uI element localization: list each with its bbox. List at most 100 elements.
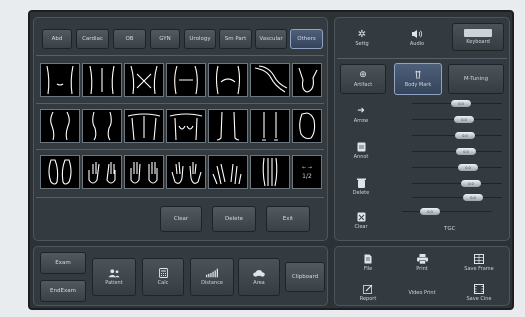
tgc-slider[interactable]: 0.0: [412, 100, 502, 107]
settings-label: Settg: [355, 41, 369, 47]
m-tuning-label: M-Tuning: [463, 76, 489, 82]
tgc-slider[interactable]: 0.0: [412, 180, 502, 187]
body-mark-hands-pair-2[interactable]: [124, 155, 164, 189]
tgc-slider[interactable]: 0.0: [412, 164, 502, 171]
body-mark-torso-back[interactable]: [82, 63, 122, 97]
tab-gyn[interactable]: GYN: [150, 29, 180, 49]
calc-button[interactable]: Calc: [142, 258, 184, 296]
file-label: File: [363, 266, 373, 272]
distance-icon: [206, 268, 218, 278]
body-mark-feet[interactable]: [40, 155, 80, 189]
tgc-knob[interactable]: 0.0: [451, 100, 471, 107]
patient-button[interactable]: Patient: [92, 258, 136, 296]
page-indicator[interactable]: ← → 1/2: [292, 155, 322, 189]
video-print-button[interactable]: Video Print: [398, 284, 446, 302]
body-mark-arm[interactable]: [250, 63, 290, 97]
clear-label: Clear: [354, 224, 368, 230]
clear-all-button[interactable]: Clear: [340, 206, 382, 236]
keyboard-icon: [464, 29, 492, 37]
body-mark-foot[interactable]: [292, 109, 322, 143]
body-mark-torso-front[interactable]: [40, 63, 80, 97]
tgc-slider[interactable]: 0.0: [412, 148, 502, 155]
save-cine-icon: [473, 284, 485, 294]
tgc-slider[interactable]: 0.0: [412, 116, 502, 123]
report-button[interactable]: Report: [344, 280, 392, 306]
divider: [36, 103, 324, 104]
m-tuning-tab[interactable]: M-Tuning: [448, 64, 504, 94]
body-mark-pelvis[interactable]: [208, 63, 248, 97]
save-cine-button[interactable]: Save Cine: [452, 280, 506, 306]
artifact-label: Artifact: [353, 82, 373, 88]
tgc-slider[interactable]: 0.0: [412, 194, 502, 201]
tgc-knob[interactable]: 0.0: [455, 132, 475, 139]
body-mark-hands-pair-1[interactable]: [82, 155, 122, 189]
delete-annotation-button[interactable]: Delete: [340, 172, 382, 202]
tgc-slider[interactable]: 0.0: [412, 132, 502, 139]
area-button[interactable]: Area: [238, 258, 280, 296]
tab-abd[interactable]: Abd: [42, 29, 72, 49]
area-label: Area: [253, 280, 265, 286]
body-mark-hand[interactable]: [292, 63, 322, 97]
page-number: 1/2: [302, 172, 312, 180]
tab-vascular[interactable]: Vascular: [255, 29, 287, 49]
tab-others[interactable]: Others: [290, 29, 323, 49]
video-print-label: Video Print: [408, 290, 436, 296]
tgc-knob[interactable]: 0.0: [463, 194, 483, 201]
body-mark-chest[interactable]: [124, 63, 164, 97]
tgc-knob[interactable]: 0.0: [458, 164, 478, 171]
report-label: Report: [359, 296, 377, 302]
printer-icon: [416, 254, 428, 264]
clear-icon: [355, 212, 367, 222]
exam-button[interactable]: Exam: [40, 252, 86, 274]
arrow-button[interactable]: ➜ Arrow: [340, 100, 382, 130]
body-mark-tab[interactable]: Body Mark: [394, 63, 442, 95]
tgc-knob[interactable]: 0.0: [456, 148, 476, 155]
body-mark-full-legs[interactable]: [250, 155, 290, 189]
tgc-knob[interactable]: 0.0: [454, 116, 474, 123]
body-mark-ankles[interactable]: [250, 109, 290, 143]
audio-label: Audio: [409, 41, 425, 47]
tab-urology[interactable]: Urology: [184, 29, 216, 49]
annot-label: Annot: [353, 154, 369, 160]
distance-button[interactable]: Distance: [190, 258, 234, 296]
annot-button[interactable]: Annot: [340, 136, 382, 166]
save-frame-button[interactable]: Save Frame: [452, 250, 506, 276]
body-mark-breast[interactable]: [166, 109, 206, 143]
body-figure-icon: [412, 70, 424, 80]
body-mark-abdomen[interactable]: [166, 63, 206, 97]
calculator-icon: [157, 268, 169, 278]
settings-button[interactable]: ✲ Settg: [338, 23, 386, 53]
body-mark-hands-pair-3[interactable]: [166, 155, 206, 189]
body-mark-legs[interactable]: [82, 109, 122, 143]
body-mark-back[interactable]: [124, 109, 164, 143]
edit-icon: [362, 284, 374, 294]
end-exam-button[interactable]: EndExam: [40, 280, 86, 302]
keyboard-label: Keyboard: [466, 39, 490, 45]
save-frame-label: Save Frame: [464, 266, 494, 272]
file-button[interactable]: File: [344, 250, 392, 276]
body-mark-knee[interactable]: [40, 109, 80, 143]
tab-ob[interactable]: OB: [113, 29, 146, 49]
artifact-tab[interactable]: ⊕ Artifact: [340, 64, 386, 94]
body-mark-lower-legs[interactable]: [208, 109, 248, 143]
delete-button[interactable]: Delete: [212, 206, 256, 232]
save-frame-icon: [473, 254, 485, 264]
speaker-icon: [411, 29, 423, 39]
tgc-knob[interactable]: 0.0: [461, 180, 481, 187]
divider: [36, 149, 324, 150]
body-mark-hands-pair-4[interactable]: [208, 155, 248, 189]
clipboard-button[interactable]: Clipboard: [285, 262, 325, 292]
tgc-slider[interactable]: 0.0: [402, 208, 492, 215]
tab-cardiac[interactable]: Cardiac: [76, 29, 109, 49]
audio-button[interactable]: Audio: [393, 23, 441, 53]
body-mark-label: Body Mark: [404, 82, 432, 88]
clear-button[interactable]: Clear: [160, 206, 202, 232]
patient-icon: [108, 268, 120, 278]
tgc-label: TGC: [444, 226, 456, 232]
tab-sm-part[interactable]: Sm Part: [219, 29, 252, 49]
exit-button[interactable]: Exit: [266, 206, 310, 232]
tgc-knob[interactable]: 0.0: [420, 208, 440, 215]
distance-label: Distance: [201, 280, 223, 286]
print-button[interactable]: Print: [398, 250, 446, 276]
keyboard-button[interactable]: Keyboard: [452, 23, 504, 51]
